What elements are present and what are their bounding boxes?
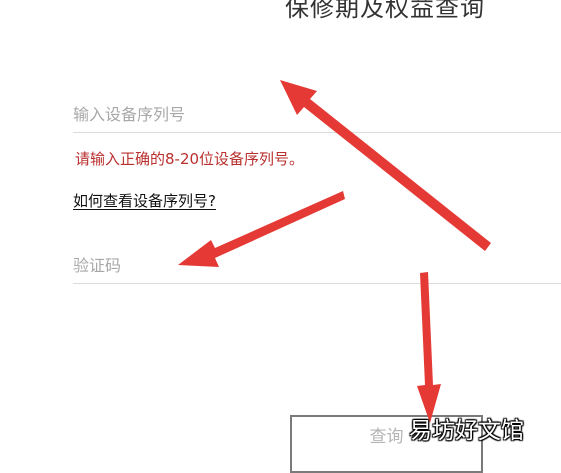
- arrow-to-captcha-input: [178, 191, 345, 267]
- arrow-to-query-button: [417, 272, 441, 423]
- watermark-text: 易坊好文馆: [409, 418, 524, 444]
- annotation-arrows: [178, 80, 491, 423]
- arrow-to-serial-input: [280, 80, 491, 251]
